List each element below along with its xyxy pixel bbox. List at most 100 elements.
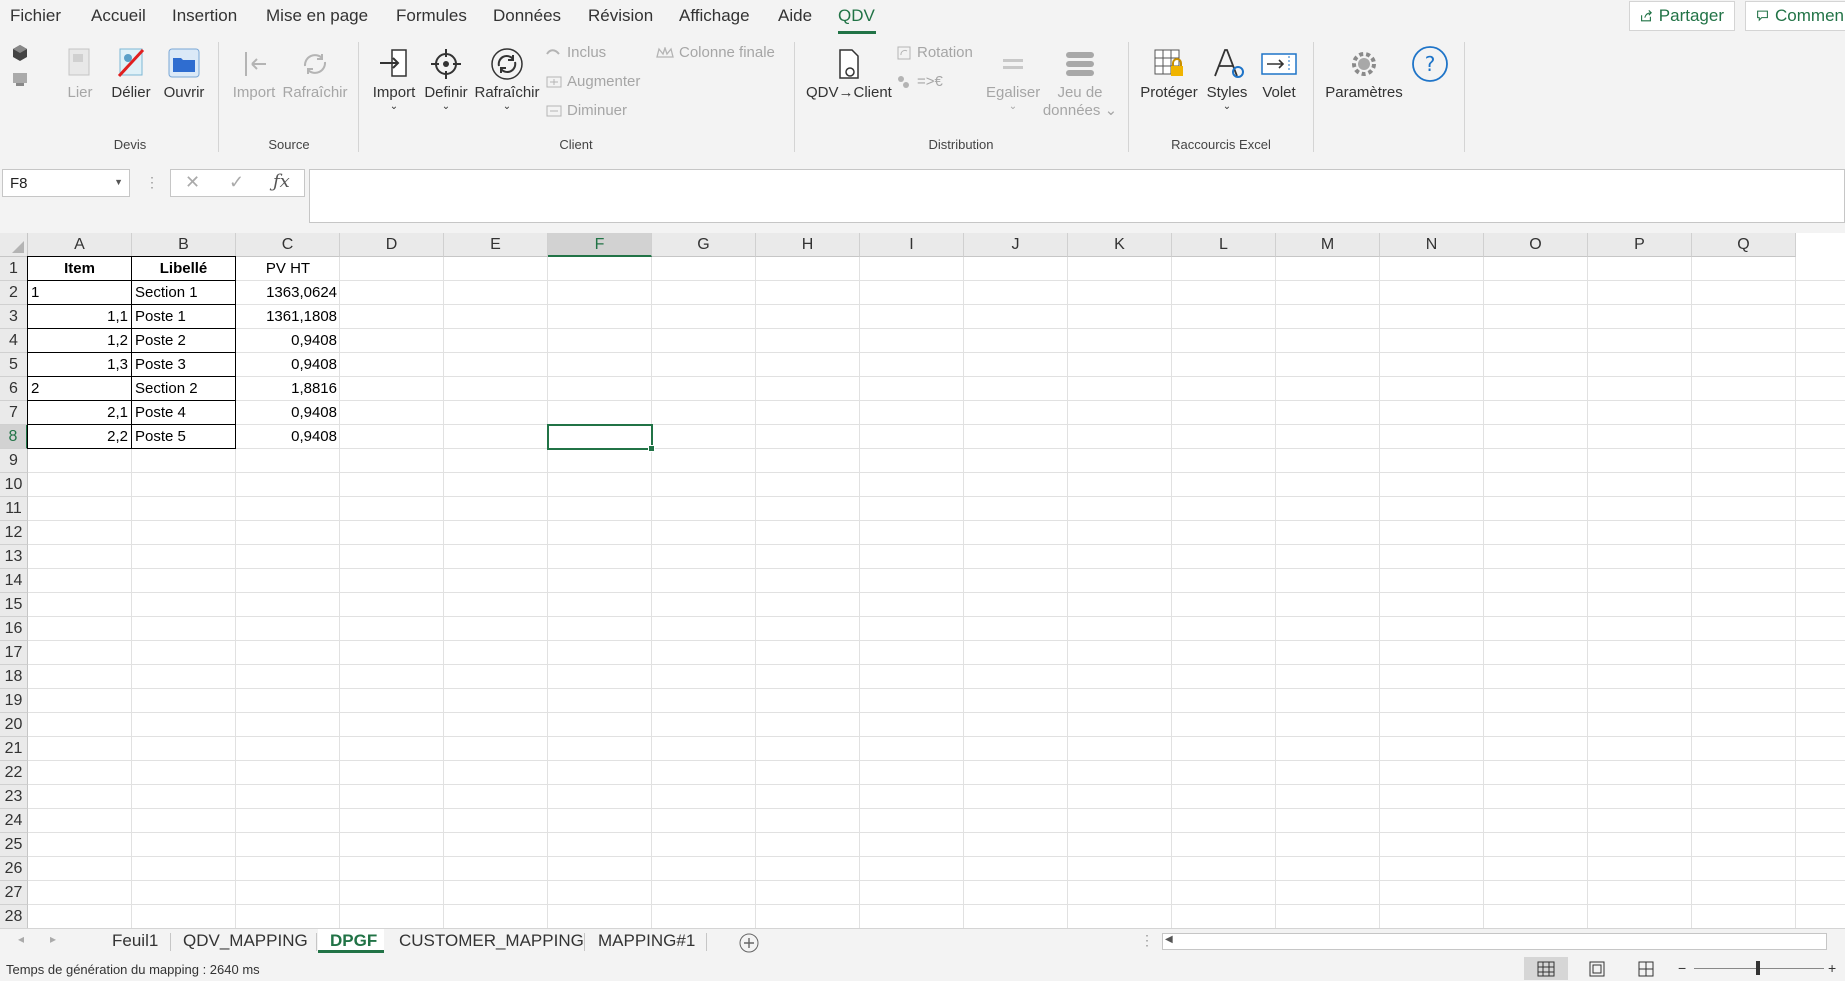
- scroll-left-icon[interactable]: ◀: [1165, 934, 1173, 945]
- colonne-finale-button[interactable]: Colonne finale: [656, 44, 775, 61]
- styles-button[interactable]: Styles ⌄: [1204, 44, 1250, 112]
- client-definir-button[interactable]: Definir ⌄: [422, 44, 470, 112]
- tab-formules[interactable]: Formules: [396, 6, 467, 26]
- next-sheet-icon[interactable]: ▸: [50, 932, 56, 946]
- page-layout-view-button[interactable]: [1575, 957, 1619, 980]
- qdv-cube-icon[interactable]: [11, 44, 29, 62]
- row-header-13[interactable]: 13: [0, 545, 28, 569]
- column-header-h[interactable]: H: [756, 233, 860, 257]
- row-header-25[interactable]: 25: [0, 833, 28, 857]
- row-header-18[interactable]: 18: [0, 665, 28, 689]
- cell-c2[interactable]: 1363,0624: [236, 281, 340, 305]
- row-header-3[interactable]: 3: [0, 305, 28, 329]
- column-header-f[interactable]: F: [548, 233, 652, 257]
- column-header-c[interactable]: C: [236, 233, 340, 257]
- column-header-p[interactable]: P: [1588, 233, 1692, 257]
- more-options-icon[interactable]: ⋮: [1140, 932, 1154, 949]
- proteger-button[interactable]: Protéger: [1136, 44, 1202, 101]
- egaliser-button[interactable]: Egaliser ⌄: [986, 44, 1040, 112]
- tab-fichier[interactable]: Fichier: [10, 6, 61, 26]
- add-sheet-icon[interactable]: [738, 932, 760, 954]
- row-header-21[interactable]: 21: [0, 737, 28, 761]
- cell-b1[interactable]: Libellé: [131, 256, 236, 281]
- sheet-tab-dpgf[interactable]: DPGF: [318, 929, 384, 953]
- row-header-6[interactable]: 6: [0, 377, 28, 401]
- cell-a8[interactable]: 2,2: [27, 424, 132, 449]
- cell-a1[interactable]: Item: [27, 256, 132, 281]
- page-break-view-button[interactable]: [1624, 957, 1668, 980]
- normal-view-button[interactable]: [1524, 957, 1568, 980]
- diminuer-button[interactable]: Diminuer: [546, 102, 627, 119]
- convert-euro-button[interactable]: =>€: [896, 73, 943, 90]
- cell-a4[interactable]: 1,2: [27, 328, 132, 353]
- rotation-button[interactable]: Rotation: [896, 44, 973, 61]
- tab-revision[interactable]: Révision: [588, 6, 653, 26]
- column-header-n[interactable]: N: [1380, 233, 1484, 257]
- row-header-1[interactable]: 1: [0, 257, 28, 281]
- row-header-4[interactable]: 4: [0, 329, 28, 353]
- cell-c5[interactable]: 0,9408: [236, 353, 340, 377]
- column-header-i[interactable]: I: [860, 233, 964, 257]
- row-header-15[interactable]: 15: [0, 593, 28, 617]
- cell-c1[interactable]: PV HT: [236, 257, 340, 281]
- cell-c4[interactable]: 0,9408: [236, 329, 340, 353]
- help-button[interactable]: ?: [1410, 44, 1450, 84]
- row-header-28[interactable]: 28: [0, 905, 28, 929]
- column-header-g[interactable]: G: [652, 233, 756, 257]
- zoom-slider-thumb[interactable]: [1756, 961, 1760, 975]
- row-header-9[interactable]: 9: [0, 449, 28, 473]
- horizontal-scrollbar[interactable]: ◀: [1162, 933, 1827, 950]
- lier-button[interactable]: Lier: [60, 44, 100, 101]
- qdv-client-button[interactable]: QDV→Client: [806, 44, 892, 101]
- ouvrir-button[interactable]: Ouvrir: [162, 44, 206, 101]
- cell-a2[interactable]: 1: [27, 280, 132, 305]
- column-header-m[interactable]: M: [1276, 233, 1380, 257]
- sheet-tab-feuil1[interactable]: Feuil1: [100, 929, 170, 953]
- row-header-2[interactable]: 2: [0, 281, 28, 305]
- parametres-button[interactable]: Paramètres: [1322, 44, 1406, 101]
- select-all-button[interactable]: [0, 233, 28, 257]
- tab-donnees[interactable]: Données: [493, 6, 561, 26]
- inclus-button[interactable]: Inclus: [546, 44, 606, 61]
- confirm-icon[interactable]: ✓: [229, 172, 244, 193]
- spreadsheet-grid[interactable]: A B C D E F G H I J K L M N O P Q 1 2 3 4 5 6 7 8 9 10 11 12 13 14 15 16…: [0, 233, 1845, 929]
- client-import-button[interactable]: Import ⌄: [370, 44, 418, 112]
- tab-affichage[interactable]: Affichage: [679, 6, 750, 26]
- source-rafraichir-button[interactable]: Rafraîchir: [282, 44, 348, 101]
- row-header-14[interactable]: 14: [0, 569, 28, 593]
- cancel-icon[interactable]: ✕: [185, 172, 200, 193]
- row-header-5[interactable]: 5: [0, 353, 28, 377]
- column-header-a[interactable]: A: [28, 233, 132, 257]
- row-header-10[interactable]: 10: [0, 473, 28, 497]
- cell-b2[interactable]: Section 1: [131, 280, 236, 305]
- cell-b4[interactable]: Poste 2: [131, 328, 236, 353]
- share-button[interactable]: Partager: [1629, 1, 1735, 31]
- row-header-7[interactable]: 7: [0, 401, 28, 425]
- formula-input[interactable]: [309, 169, 1845, 223]
- column-header-j[interactable]: J: [964, 233, 1068, 257]
- cell-c6[interactable]: 1,8816: [236, 377, 340, 401]
- row-header-24[interactable]: 24: [0, 809, 28, 833]
- column-header-k[interactable]: K: [1068, 233, 1172, 257]
- name-box[interactable]: F8 ▼: [2, 169, 130, 197]
- cell-a5[interactable]: 1,3: [27, 352, 132, 377]
- column-header-q[interactable]: Q: [1692, 233, 1796, 257]
- column-header-b[interactable]: B: [132, 233, 236, 257]
- sheet-tab-customer-mapping[interactable]: CUSTOMER_MAPPING: [387, 929, 596, 953]
- cell-a6[interactable]: 2: [27, 376, 132, 401]
- row-header-12[interactable]: 12: [0, 521, 28, 545]
- row-header-27[interactable]: 27: [0, 881, 28, 905]
- cell-b8[interactable]: Poste 5: [131, 424, 236, 449]
- tab-aide[interactable]: Aide: [778, 6, 812, 26]
- tab-mise-en-page[interactable]: Mise en page: [266, 6, 368, 26]
- cell-c7[interactable]: 0,9408: [236, 401, 340, 425]
- volet-button[interactable]: Volet: [1256, 44, 1302, 101]
- tab-accueil[interactable]: Accueil: [91, 6, 146, 26]
- column-header-l[interactable]: L: [1172, 233, 1276, 257]
- column-header-d[interactable]: D: [340, 233, 444, 257]
- row-header-8[interactable]: 8: [0, 425, 28, 449]
- tab-insertion[interactable]: Insertion: [172, 6, 237, 26]
- row-header-22[interactable]: 22: [0, 761, 28, 785]
- cell-a7[interactable]: 2,1: [27, 400, 132, 425]
- delier-button[interactable]: Délier: [109, 44, 153, 101]
